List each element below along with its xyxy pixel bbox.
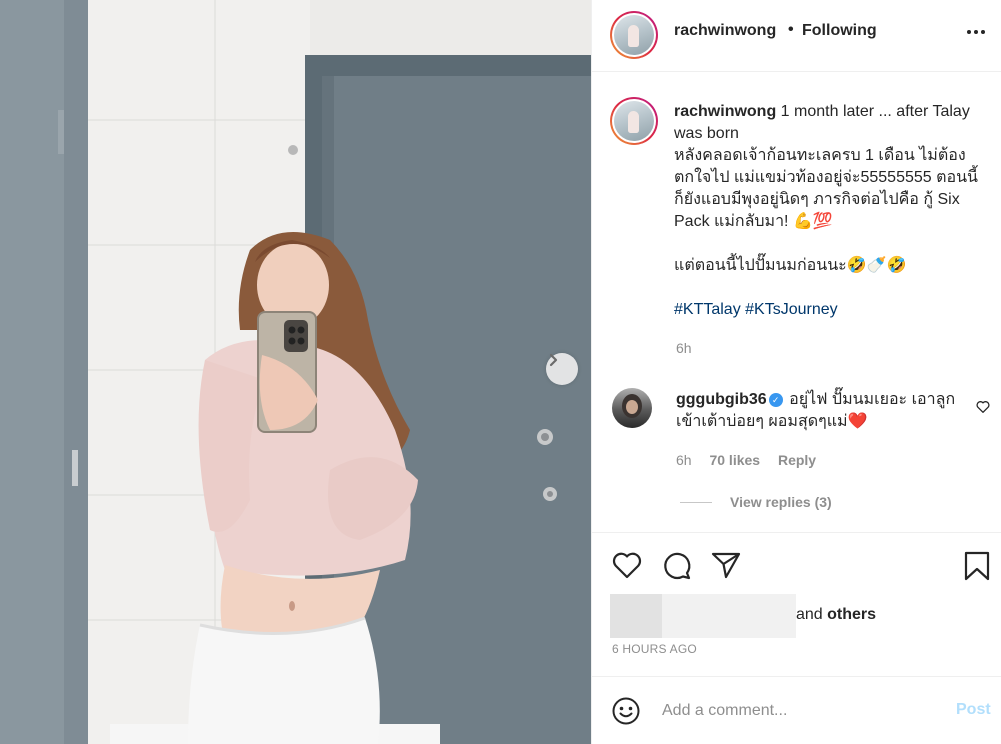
post-actions-bar bbox=[592, 532, 1001, 592]
save-bookmark-icon[interactable] bbox=[964, 551, 990, 586]
and-text: and bbox=[796, 606, 828, 623]
author-avatar[interactable] bbox=[610, 11, 658, 59]
comment-meta: 6h 70 likes Reply bbox=[676, 452, 830, 468]
others-likes-link[interactable]: others bbox=[827, 606, 876, 623]
following-button[interactable]: Following bbox=[802, 22, 877, 40]
comment-composer: Post bbox=[592, 676, 1001, 744]
comment-bubble-icon[interactable] bbox=[662, 551, 692, 586]
reply-button[interactable]: Reply bbox=[778, 452, 816, 468]
post-photo[interactable] bbox=[0, 0, 591, 744]
hashtag-link[interactable]: #KTsJourney bbox=[745, 301, 838, 318]
likes-summary: and others bbox=[796, 606, 876, 624]
photo-illustration bbox=[0, 0, 591, 744]
add-comment-input[interactable] bbox=[662, 699, 942, 723]
commenter-username[interactable]: gggubgib36 bbox=[676, 391, 767, 408]
replies-divider bbox=[680, 501, 712, 503]
verified-badge-icon: ✓ bbox=[768, 393, 783, 407]
comment-time: 6h bbox=[676, 452, 692, 468]
post-timestamp: 6 HOURS AGO bbox=[612, 642, 697, 656]
comment-like-heart-icon[interactable] bbox=[976, 400, 990, 418]
commenter-avatar[interactable] bbox=[612, 388, 652, 428]
separator-dot: • bbox=[788, 21, 794, 38]
caption-username[interactable]: rachwinwong bbox=[674, 103, 776, 120]
comment-likes-count[interactable]: 70 likes bbox=[709, 452, 760, 468]
hashtag-link[interactable]: #KTTalay bbox=[674, 301, 741, 318]
post-caption: rachwinwong 1 month later ... after Tala… bbox=[674, 101, 986, 321]
caption-time: 6h bbox=[676, 340, 692, 356]
caption-text: 1 month later ... after Talay was born ห… bbox=[674, 103, 978, 274]
view-replies-label: View replies (3) bbox=[730, 494, 832, 510]
caption-author-avatar[interactable] bbox=[610, 97, 658, 145]
more-options-icon[interactable] bbox=[964, 22, 988, 42]
post-header: rachwinwong • Following bbox=[592, 0, 1001, 72]
comment-body: gggubgib36 ✓ อยู่ไฟ ปั๊มนมเยอะ เอาลูกเข้า… bbox=[676, 389, 966, 433]
share-paper-plane-icon[interactable] bbox=[711, 551, 741, 584]
likers-avatars-redacted bbox=[610, 594, 796, 638]
like-heart-icon[interactable] bbox=[612, 551, 642, 584]
post-details-panel: rachwinwong • Following rachwinwong 1 mo… bbox=[591, 0, 1001, 744]
emoji-smiley-icon[interactable] bbox=[612, 697, 640, 730]
author-username[interactable]: rachwinwong bbox=[674, 22, 776, 40]
view-replies-button[interactable]: View replies (3) bbox=[680, 494, 832, 510]
next-photo-button[interactable] bbox=[546, 353, 578, 385]
post-comment-button[interactable]: Post bbox=[956, 701, 991, 719]
chevron-right-icon bbox=[549, 353, 558, 367]
